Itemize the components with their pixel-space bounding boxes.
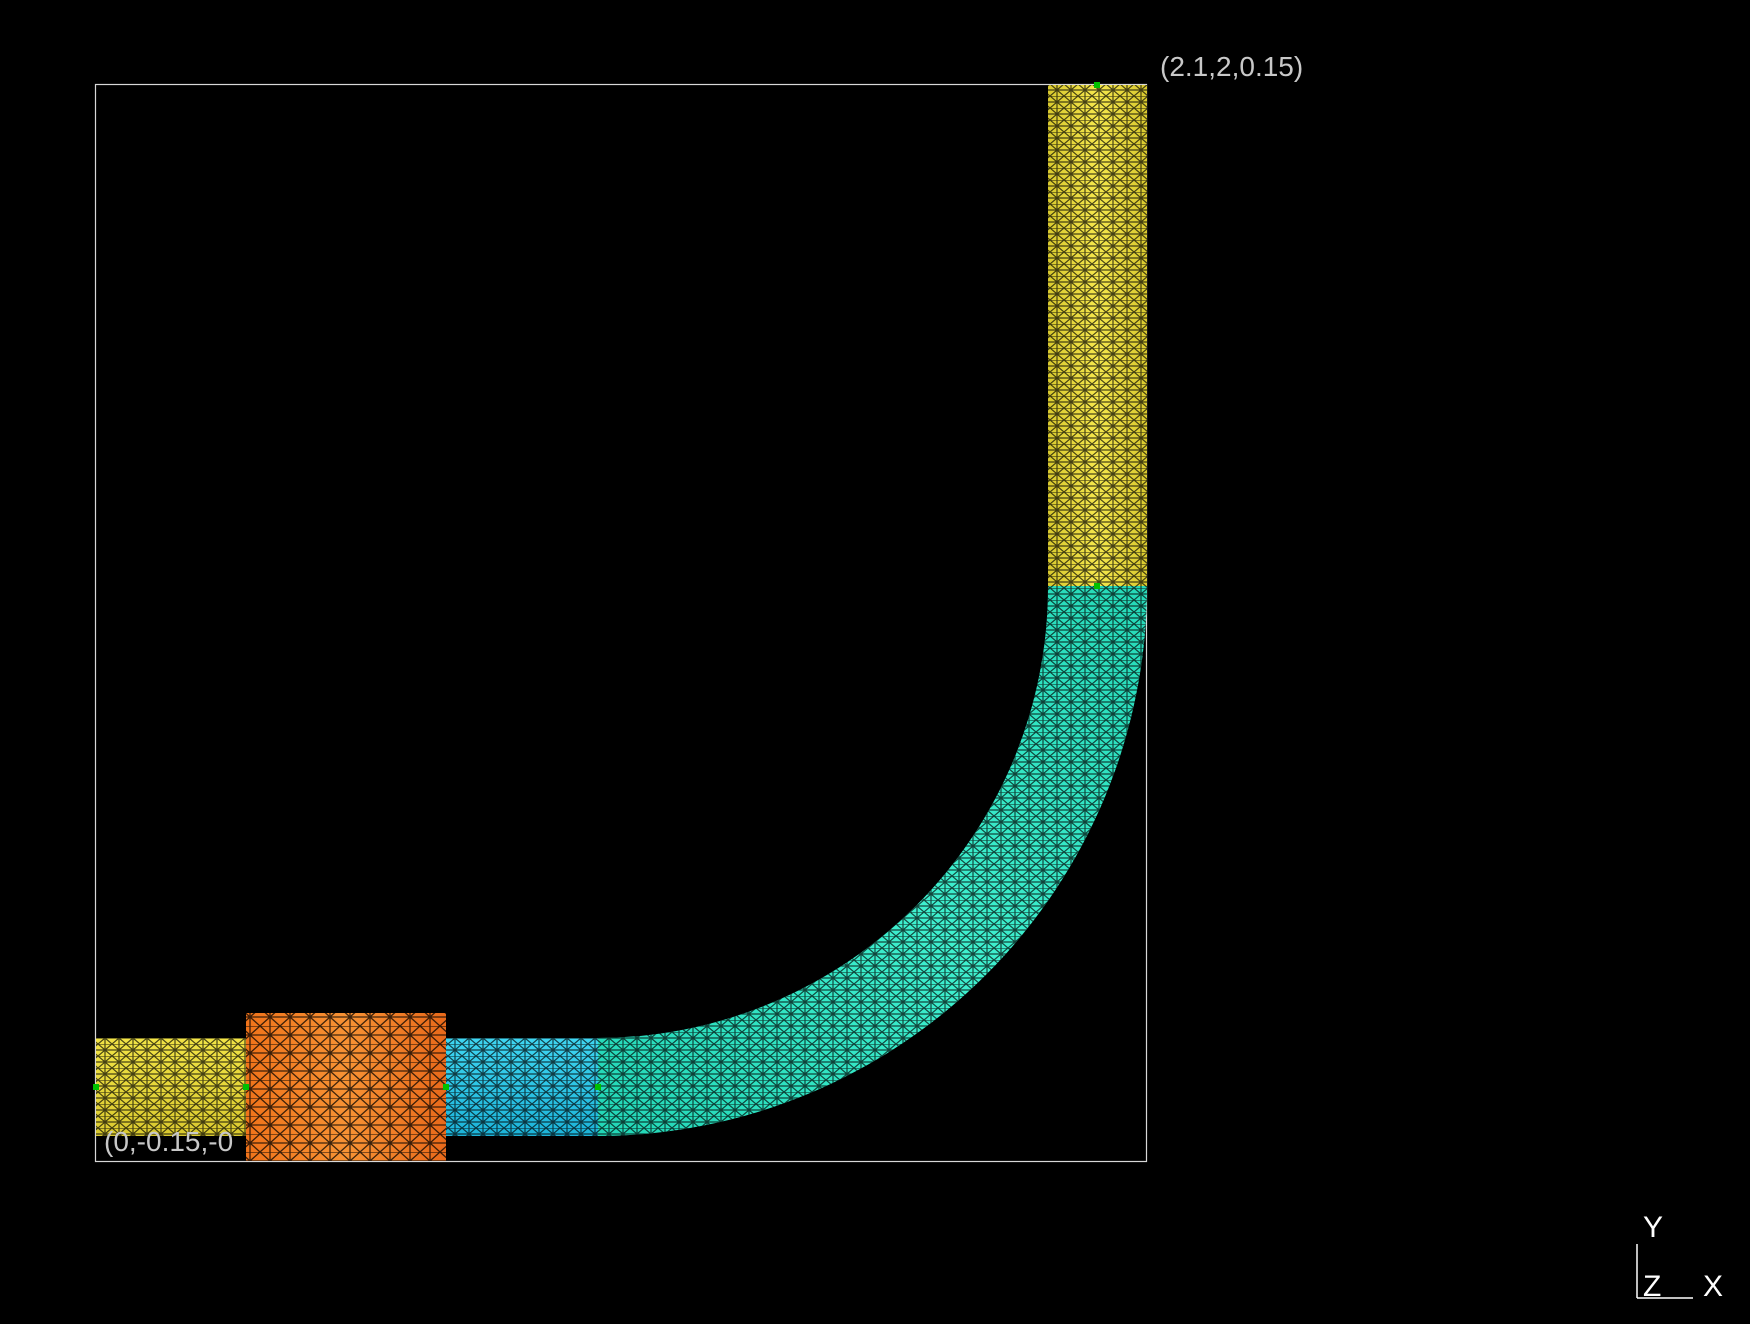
- node-marker: [595, 1084, 601, 1090]
- node-marker: [1094, 82, 1100, 88]
- axis-z-label: Z: [1643, 1270, 1662, 1303]
- flange-segment[interactable]: [246, 1013, 446, 1161]
- viewport-canvas[interactable]: [0, 0, 1750, 1324]
- node-marker: [443, 1084, 449, 1090]
- bounding-box: [94, 83, 1148, 1163]
- node-marker: [1094, 583, 1100, 589]
- axis-x-label: X: [1703, 1270, 1724, 1303]
- axis-y-label: Y: [1643, 1211, 1664, 1244]
- outlet-pipe-segment[interactable]: [1048, 85, 1147, 586]
- node-marker: [93, 1084, 99, 1090]
- bbox-max-coordinate-label: (2.1,2,0.15): [1160, 51, 1304, 82]
- node-marker: [243, 1084, 249, 1090]
- inlet-pipe-segment[interactable]: [96, 1038, 246, 1136]
- straight-section-segment[interactable]: [446, 1038, 598, 1136]
- elbow-segment[interactable]: [597, 586, 1147, 1136]
- bbox-min-label-container: (0,-0.15,-0: [104, 1128, 244, 1164]
- bbox-min-coordinate-label: (0,-0.15,-0: [104, 1128, 234, 1157]
